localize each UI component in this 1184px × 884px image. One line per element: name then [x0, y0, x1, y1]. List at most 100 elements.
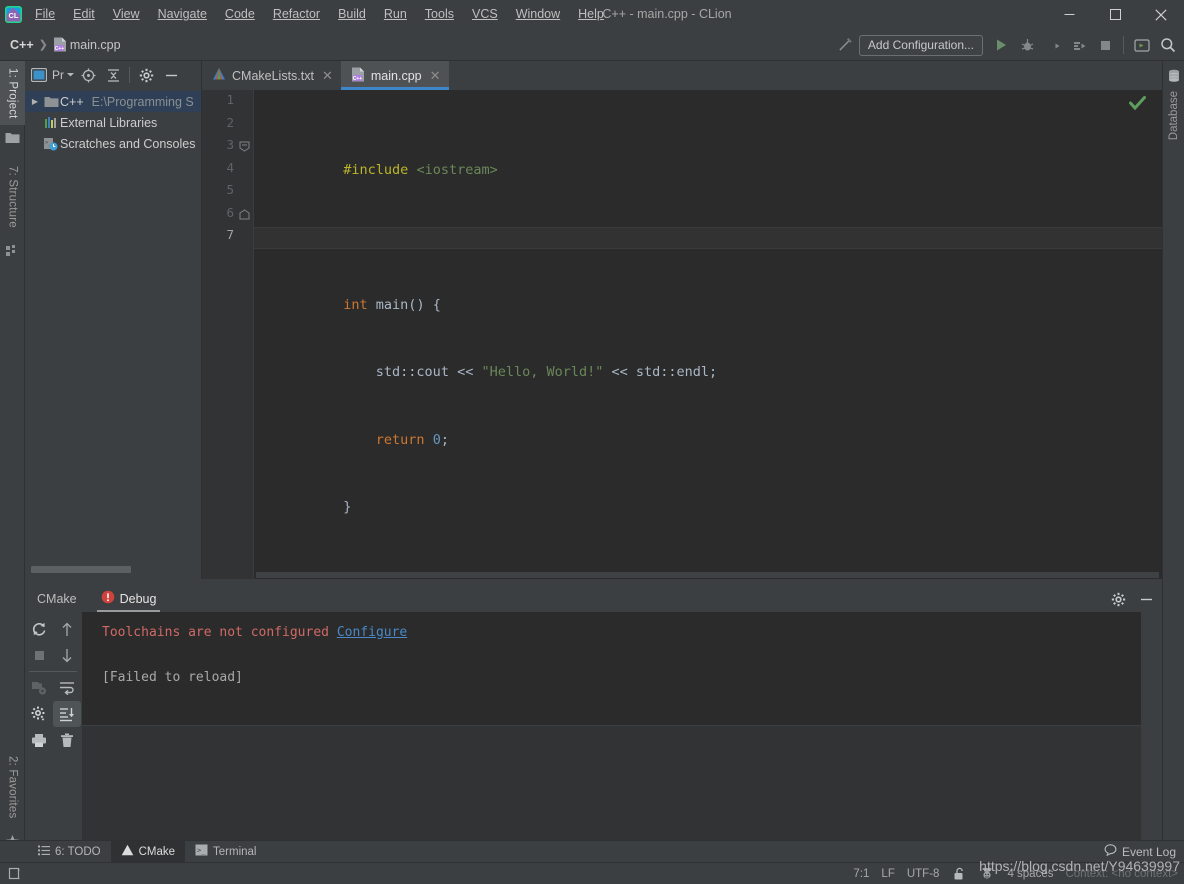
tree-node-scratches-and-consoles[interactable]: >_ Scratches and Consoles [25, 133, 201, 154]
editor-tab-main-cpp[interactable]: C++ main.cpp ✕ [340, 61, 449, 90]
tool-window-tab-terminal[interactable]: >_ Terminal [185, 841, 266, 863]
minimize-button[interactable] [1046, 0, 1092, 29]
gear-icon[interactable] [1106, 588, 1130, 610]
bottom-tab-debug[interactable]: Debug [89, 585, 169, 612]
inspection-ok-checkmark[interactable] [1129, 96, 1146, 114]
menu-item-help[interactable]: Help [569, 0, 613, 29]
editor-tab-label: main.cpp [370, 68, 422, 83]
show-toolwindow-bars-icon[interactable] [6, 866, 22, 882]
editor-tab-cmakelists[interactable]: CMakeLists.txt ✕ [202, 61, 341, 90]
unlocked-icon[interactable] [951, 866, 967, 882]
close-button[interactable] [1138, 0, 1184, 29]
context-indicator[interactable]: Context: <no context> [1065, 868, 1178, 880]
print-icon[interactable] [25, 727, 53, 753]
menu-item-refactor[interactable]: Refactor [264, 0, 329, 29]
menu-item-tools-label: Tools [424, 7, 454, 21]
bottom-tab-cmake[interactable]: CMake [25, 585, 89, 612]
line-number: 4 [226, 159, 234, 175]
menu-item-edit[interactable]: Edit [64, 0, 104, 29]
sidebar-item-structure[interactable]: 7: Structure [0, 157, 25, 237]
breadcrumb-item-project[interactable]: C++ [10, 38, 34, 52]
sidebar-item-database[interactable]: Database [1163, 91, 1184, 140]
menu-item-window-label: Window [515, 7, 561, 21]
menu-item-edit-label: Edit [73, 7, 95, 21]
line-number-current: 7 [226, 227, 234, 242]
configure-toolchains-link[interactable]: Configure [337, 625, 407, 640]
run-icon[interactable] [989, 33, 1013, 57]
menu-item-run[interactable]: Run [375, 0, 416, 29]
code-editor[interactable]: 1 2 3 4 5 6 7 #include <iostream> int ma… [202, 90, 1162, 579]
sidebar-item-project[interactable]: 1: Project [0, 61, 25, 125]
menu-item-vcs[interactable]: VCS [463, 0, 507, 29]
stop-icon[interactable] [1093, 33, 1117, 57]
close-icon[interactable]: ✕ [322, 68, 333, 84]
tool-window-tab-cmake[interactable]: CMake [110, 840, 186, 863]
debug-icon[interactable] [1015, 33, 1039, 57]
editor-tab-bar: CMakeLists.txt ✕ C++ main.cpp ✕ [202, 61, 1162, 90]
sidebar-item-favorites[interactable]: 2: Favorites [0, 746, 25, 828]
cmake-toolbar [25, 612, 82, 840]
menu-item-file[interactable]: File [26, 0, 64, 29]
add-configuration-button[interactable]: Add Configuration... [858, 34, 983, 56]
code-token: ; [440, 431, 449, 448]
stop-icon [25, 642, 53, 668]
close-icon[interactable]: ✕ [430, 68, 441, 84]
toolbar-divider [1123, 36, 1124, 54]
breadcrumb-item-file[interactable]: main.cpp [70, 38, 121, 52]
soft-wrap-icon[interactable] [53, 675, 81, 701]
project-view-icon[interactable] [27, 63, 51, 87]
build-hammer-icon[interactable] [833, 33, 857, 57]
scroll-down-icon[interactable] [53, 642, 81, 668]
menu-item-code[interactable]: Code [216, 0, 264, 29]
fold-end-icon[interactable] [238, 208, 251, 221]
title-bar: CL File Edit View Navigate Code Refactor… [0, 0, 1184, 29]
menu-item-window[interactable]: Window [507, 0, 569, 29]
editor-horizontal-scrollbar[interactable] [256, 571, 1159, 579]
editor-tab-label: CMakeLists.txt [232, 68, 314, 83]
run-with-coverage-icon[interactable] [1041, 33, 1065, 57]
scrollbar-thumb[interactable] [256, 572, 1159, 578]
terminal-icon: >_ [195, 844, 208, 859]
fold-collapse-icon[interactable] [238, 140, 251, 153]
maximize-button[interactable] [1092, 0, 1138, 29]
chevron-right-icon[interactable]: ▶ [28, 97, 42, 106]
indent-setting[interactable]: 4 spaces [1007, 868, 1053, 880]
scrollbar-thumb[interactable] [31, 566, 131, 573]
event-log-balloon-icon [1104, 844, 1117, 859]
scroll-to-end-icon[interactable] [53, 701, 81, 727]
scroll-up-icon[interactable] [53, 616, 81, 642]
tree-node-external-libraries[interactable]: External Libraries [25, 112, 201, 133]
code-token: } [343, 499, 352, 515]
hector-inspections-icon[interactable] [979, 866, 995, 882]
tree-node-project-root[interactable]: ▶ C++ E:\Programming S [25, 91, 201, 112]
menu-item-tools[interactable]: Tools [416, 0, 463, 29]
updates-icon[interactable] [1130, 33, 1154, 57]
collapse-all-icon[interactable] [101, 63, 125, 87]
menu-item-view[interactable]: View [104, 0, 149, 29]
event-log-button[interactable]: Event Log [1104, 841, 1176, 863]
search-everywhere-icon[interactable] [1156, 33, 1180, 57]
bottom-tool-window-bar: 6: TODO CMake >_ Terminal Event Log [0, 840, 1184, 863]
caret-position[interactable]: 7:1 [853, 868, 869, 880]
file-encoding[interactable]: UTF-8 [907, 868, 940, 880]
menu-item-navigate[interactable]: Navigate [149, 0, 216, 29]
editor-gutter[interactable]: 1 2 3 4 5 6 7 [202, 90, 254, 579]
menu-item-build[interactable]: Build [329, 0, 375, 29]
settings-gear-icon[interactable] [25, 701, 53, 727]
tool-window-tab-todo[interactable]: 6: TODO [28, 841, 111, 863]
code-text[interactable]: #include <iostream> int main() { std::co… [256, 90, 1162, 579]
menu-item-code-label: Code [224, 7, 255, 21]
gear-icon[interactable] [134, 63, 158, 87]
project-tool-window: Pr ▶ C++ E:\Programming S External Libra… [25, 61, 202, 579]
rerun-cmake-icon[interactable] [25, 616, 53, 642]
project-panel-horizontal-scrollbar[interactable] [31, 566, 196, 573]
project-view-selector[interactable]: Pr [52, 68, 75, 82]
hide-icon[interactable] [1134, 588, 1158, 610]
clear-all-trash-icon[interactable] [53, 727, 81, 753]
line-separator[interactable]: LF [881, 868, 894, 880]
select-opened-file-icon[interactable] [76, 63, 100, 87]
profile-icon[interactable] [1067, 33, 1091, 57]
hide-icon[interactable] [159, 63, 183, 87]
editor-vertical-scrollbar[interactable] [1148, 90, 1162, 579]
